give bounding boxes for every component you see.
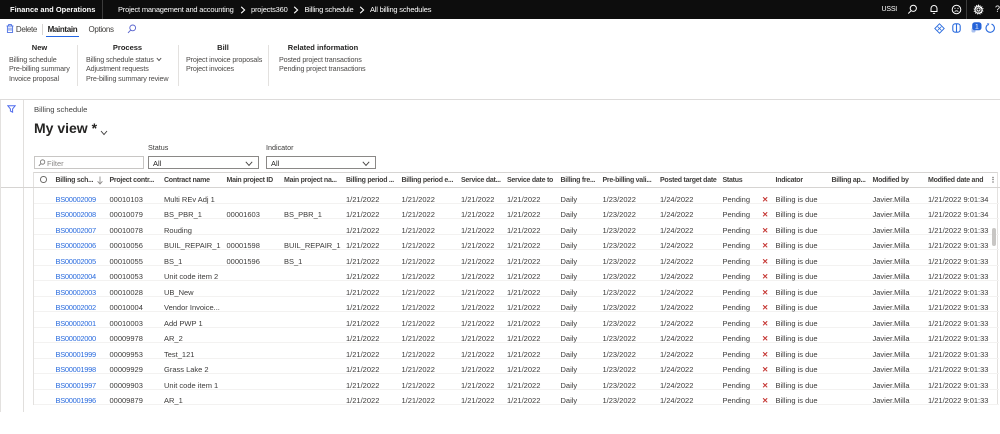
svg-text:1: 1	[975, 24, 979, 31]
